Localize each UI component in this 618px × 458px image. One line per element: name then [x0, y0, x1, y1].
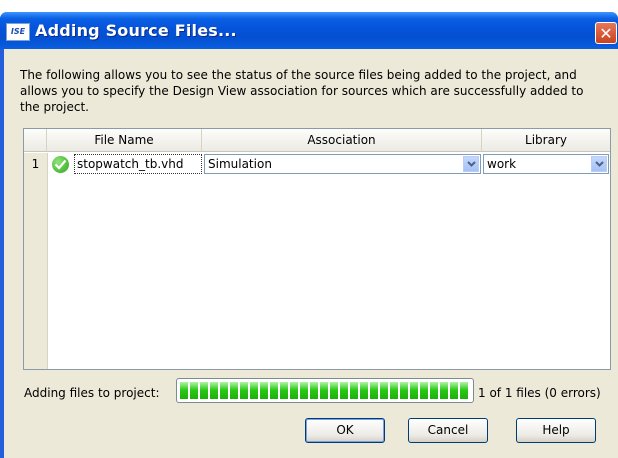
progress-segment: [300, 382, 308, 399]
ise-app-icon: ISE: [6, 23, 30, 41]
chevron-down-icon: [467, 161, 476, 167]
progress-segment: [390, 382, 398, 399]
progress-segment: [380, 382, 388, 399]
progress-segment: [310, 382, 318, 399]
progress-segment: [440, 382, 448, 399]
library-dropdown-button[interactable]: [591, 156, 607, 172]
background-strip: [0, 0, 618, 10]
cancel-button[interactable]: Cancel: [408, 418, 488, 443]
dialog-title: Adding Source Files...: [35, 21, 237, 40]
progress-segment: [200, 382, 208, 399]
progress-segment: [220, 382, 228, 399]
progress-segment: [250, 382, 258, 399]
progress-segment: [190, 382, 198, 399]
row-number-column: 1: [24, 153, 48, 369]
progress-segment: [360, 382, 368, 399]
progress-segment: [290, 382, 298, 399]
progress-segment: [270, 382, 278, 399]
rownum-header: [24, 129, 47, 152]
column-header-file-name[interactable]: File Name: [47, 129, 202, 152]
check-icon: [52, 156, 69, 173]
library-value: work: [487, 157, 517, 171]
progress-segment: [400, 382, 408, 399]
progress-segment: [330, 382, 338, 399]
ok-button[interactable]: OK: [305, 418, 385, 443]
association-dropdown-button[interactable]: [463, 156, 479, 172]
chevron-down-icon: [595, 161, 604, 167]
association-select[interactable]: Simulation: [204, 154, 481, 174]
column-header-association[interactable]: Association: [202, 129, 482, 152]
file-name-cell[interactable]: stopwatch_tb.vhd: [74, 154, 202, 174]
progress-segment: [350, 382, 358, 399]
source-files-table: File Name Association Library 1 stopwatc…: [23, 128, 611, 370]
progress-segment: [340, 382, 348, 399]
progress-segment: [210, 382, 218, 399]
progress-segment: [420, 382, 428, 399]
progress-segment: [430, 382, 438, 399]
progress-segment: [260, 382, 268, 399]
progress-segment: [240, 382, 248, 399]
progress-fill: [180, 382, 468, 399]
close-button[interactable]: ✕: [595, 22, 617, 44]
description-text: The following allows you to see the stat…: [20, 68, 584, 114]
progress-segment: [230, 382, 238, 399]
progress-bar: [176, 378, 474, 403]
progress-segment: [410, 382, 418, 399]
progress-segment: [180, 382, 188, 399]
column-header-library[interactable]: Library: [482, 129, 610, 152]
progress-status: 1 of 1 files (0 errors): [478, 386, 601, 400]
progress-segment: [280, 382, 288, 399]
progress-segment: [460, 382, 468, 399]
association-value: Simulation: [208, 157, 272, 171]
progress-segment: [370, 382, 378, 399]
progress-segment: [450, 382, 458, 399]
title-bar[interactable]: ISE Adding Source Files... ✕: [0, 12, 618, 49]
library-select[interactable]: work: [483, 154, 609, 174]
progress-segment: [320, 382, 328, 399]
help-button[interactable]: Help: [516, 418, 596, 443]
row-number: 1: [31, 157, 40, 171]
progress-label: Adding files to project:: [24, 386, 160, 400]
